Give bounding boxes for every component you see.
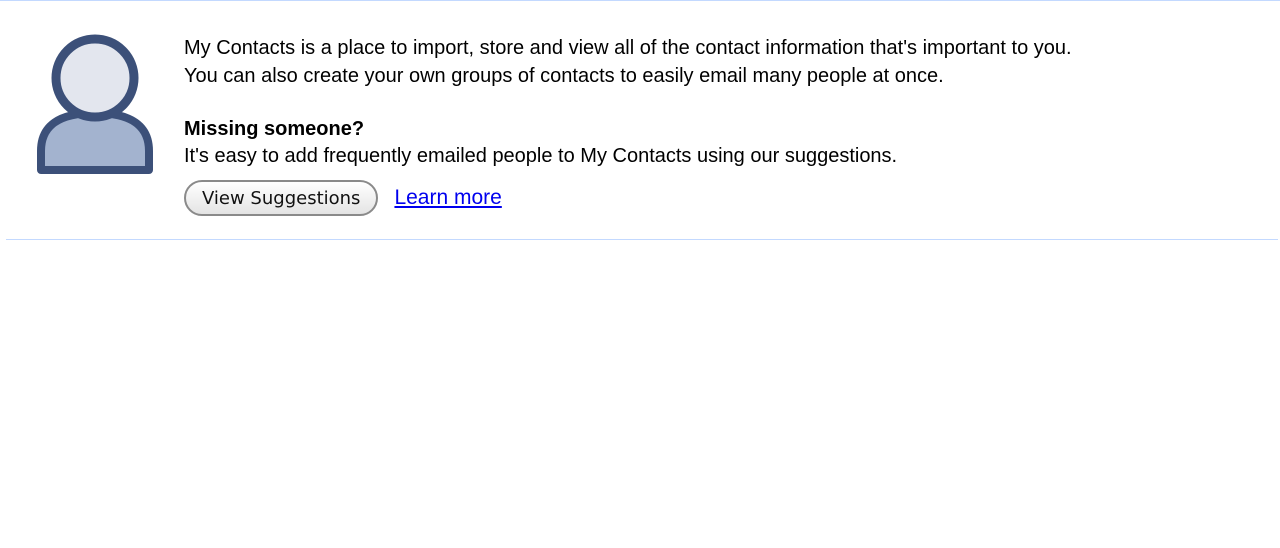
intro-line-2: You can also create your own groups of c… bbox=[184, 65, 944, 87]
learn-more-link[interactable]: Learn more bbox=[394, 186, 501, 210]
bottom-divider bbox=[6, 239, 1278, 240]
missing-someone-description: It's easy to add frequently emailed peop… bbox=[184, 145, 898, 167]
intro-line-1: My Contacts is a place to import, store … bbox=[184, 37, 1072, 59]
info-text-block: My Contacts is a place to import, store … bbox=[184, 34, 1264, 216]
person-silhouette-icon bbox=[37, 34, 153, 174]
missing-someone-heading: Missing someone? bbox=[184, 118, 365, 140]
avatar-body bbox=[37, 109, 153, 174]
contacts-info-panel: My Contacts is a place to import, store … bbox=[0, 1, 1280, 239]
avatar-head bbox=[51, 34, 139, 122]
missing-someone-section: Missing someone? It's easy to add freque… bbox=[184, 115, 1264, 170]
view-suggestions-button[interactable]: View Suggestions bbox=[184, 180, 379, 216]
suggestion-actions: View Suggestions Learn more bbox=[184, 180, 1264, 216]
intro-text: My Contacts is a place to import, store … bbox=[184, 34, 1264, 90]
